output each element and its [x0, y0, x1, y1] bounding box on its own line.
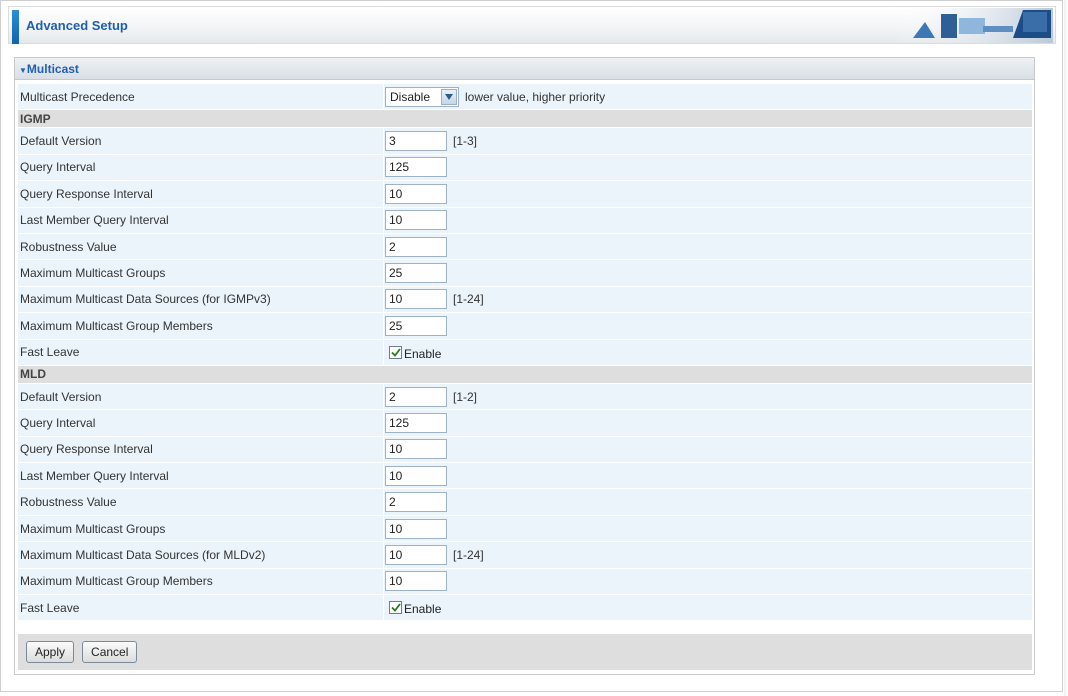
select-value: Disable [390, 89, 431, 104]
table-row: Query Interval [18, 410, 1032, 437]
check-icon [390, 348, 401, 357]
igmp-row-label: Maximum Multicast Group Members [18, 313, 384, 339]
table-row: Query Interval [18, 154, 1032, 182]
mld-row-label: Last Member Query Interval [18, 463, 384, 489]
table-row: Robustness Value [18, 489, 1032, 516]
table-row: Query Response Interval [18, 436, 1032, 464]
header-accent-bar [12, 10, 19, 44]
igmp-row-label: Query Response Interval [18, 181, 384, 207]
table-row: Fast Leave Enable [18, 595, 1032, 622]
mld-value-input[interactable] [385, 544, 447, 565]
mld-fast-leave-enable-label: Enable [404, 602, 442, 617]
igmp-row-label: Query Interval [18, 154, 384, 181]
table-row: Last Member Query Interval [18, 463, 1032, 490]
page-title: Advanced Setup [26, 18, 128, 33]
check-icon [390, 603, 401, 613]
mld-row-label: Robustness Value [18, 489, 384, 515]
table-row: Maximum Multicast Data Sources (for MLDv… [18, 542, 1032, 569]
section-header-multicast[interactable]: ▼Multicast [15, 58, 1034, 80]
table-row: Fast Leave Enable [18, 339, 1032, 366]
mld-row-label: Default Version [18, 383, 384, 410]
table-row: Last Member Query Interval [18, 207, 1032, 234]
table-row: Query Response Interval [18, 181, 1032, 208]
igmp-rows: Default Version [1-3] Query IntervalQuery … [18, 128, 1032, 340]
mld-fast-leave-label: Fast Leave [18, 595, 384, 621]
multicast-precedence-select[interactable]: Disable [385, 86, 459, 107]
apply-button[interactable]: Apply [26, 641, 75, 663]
igmp-value-input[interactable] [385, 315, 447, 336]
group-header-mld: MLD [18, 365, 1032, 384]
group-header-igmp: IGMP [18, 110, 1032, 129]
settings-table: Multicast Precedence Disable lower value… [18, 84, 1032, 622]
mld-value-input[interactable] [385, 386, 447, 407]
window-edge [1064, 0, 1068, 696]
igmp-value-input[interactable] [385, 263, 447, 284]
igmp-row-label: Maximum Multicast Data Sources (for IGMP… [18, 286, 384, 313]
mld-row-label: Maximum Multicast Groups [18, 515, 384, 542]
mld-range-hint: [1-2] [453, 389, 478, 404]
mld-value-input[interactable] [385, 571, 447, 592]
mld-value-input[interactable] [385, 518, 447, 539]
table-row: Robustness Value [18, 233, 1032, 261]
table-row: Maximum Multicast Groups [18, 515, 1032, 543]
igmp-row-label: Robustness Value [18, 233, 384, 260]
igmp-value-input[interactable] [385, 289, 447, 310]
mld-fast-leave-checkbox[interactable] [389, 601, 402, 615]
igmp-value-input[interactable] [385, 183, 447, 204]
mld-range-hint: [1-24] [453, 547, 484, 562]
igmp-value-input[interactable] [385, 210, 447, 231]
button-bar: Apply Cancel [18, 634, 1032, 670]
igmp-fast-leave-label: Fast Leave [18, 339, 384, 365]
table-row: Default Version [1-3] [18, 128, 1032, 155]
chevron-down-icon[interactable] [441, 88, 457, 105]
igmp-group-label: IGMP [20, 111, 51, 126]
mld-value-input[interactable] [385, 492, 447, 513]
precedence-hint: lower value, higher priority [465, 89, 606, 104]
mld-rows: Default Version [1-2] Query IntervalQuery … [18, 383, 1032, 596]
section-title: ▼Multicast [19, 62, 79, 76]
mld-row-label: Query Response Interval [18, 436, 384, 463]
table-row: Default Version [1-2] [18, 383, 1032, 411]
igmp-row-label: Maximum Multicast Groups [18, 260, 384, 286]
mld-row-label: Maximum Multicast Data Sources (for MLDv… [18, 542, 384, 568]
igmp-value-input[interactable] [385, 157, 447, 178]
igmp-range-hint: [1-3] [453, 134, 478, 149]
mld-row-label: Query Interval [18, 410, 384, 436]
table-row: Maximum Multicast Data Sources (for IGMP… [18, 286, 1032, 314]
triangle-down-icon: ▼ [19, 66, 27, 75]
table-row: Maximum Multicast Group Members [18, 313, 1032, 340]
multicast-precedence-label: Multicast Precedence [18, 84, 384, 110]
igmp-range-hint: [1-24] [453, 292, 484, 307]
mld-row-label: Maximum Multicast Group Members [18, 568, 384, 595]
igmp-value-input[interactable] [385, 131, 447, 152]
igmp-fast-leave-checkbox[interactable] [389, 345, 402, 359]
mld-value-input[interactable] [385, 465, 447, 486]
igmp-value-input[interactable] [385, 236, 447, 257]
mld-value-input[interactable] [385, 439, 447, 460]
mld-value-input[interactable] [385, 412, 447, 433]
cancel-button[interactable]: Cancel [82, 641, 138, 663]
igmp-row-label: Default Version [18, 128, 384, 154]
multicast-panel: ▼Multicast Multicast Precedence Disable … [14, 57, 1035, 675]
table-row: Maximum Multicast Groups [18, 260, 1032, 287]
table-row: Multicast Precedence Disable lower value… [18, 84, 1032, 111]
mld-group-label: MLD [20, 367, 46, 382]
header-banner-graphic [895, 8, 1053, 43]
igmp-row-label: Last Member Query Interval [18, 207, 384, 233]
igmp-fast-leave-enable-label: Enable [404, 346, 442, 361]
table-row: Maximum Multicast Group Members [18, 568, 1032, 596]
page-header: Advanced Setup [8, 6, 1056, 44]
